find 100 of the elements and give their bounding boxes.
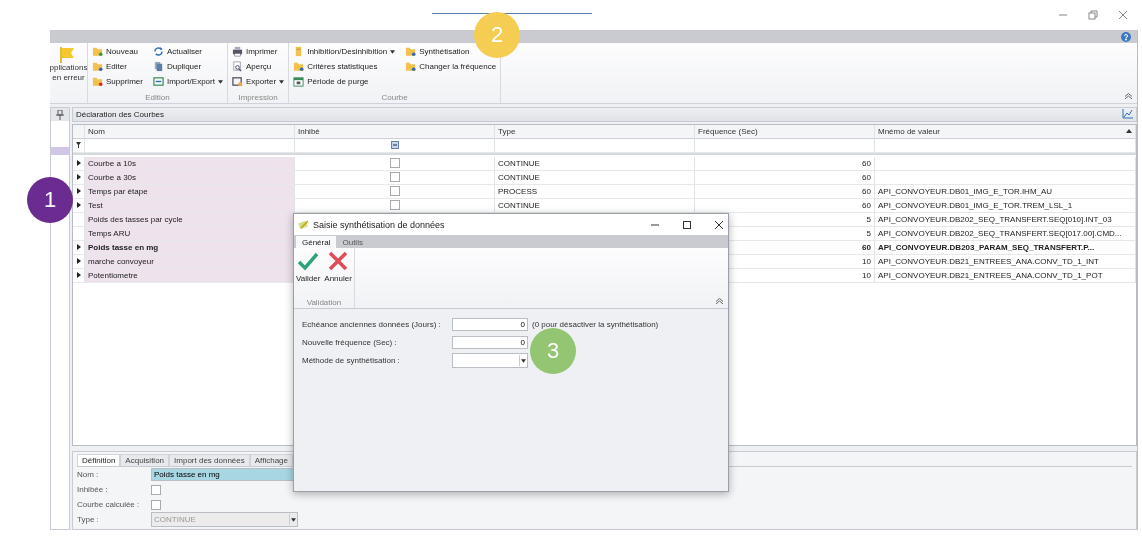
- field-label: Courbe calculée :: [77, 500, 141, 509]
- ribbon-button[interactable]: Imprimer: [231, 45, 278, 58]
- expand-icon[interactable]: [76, 188, 81, 195]
- ribbon-button[interactable]: Critères statistiques: [293, 60, 378, 73]
- ribbon-button[interactable]: Valider: [296, 250, 321, 297]
- folder-icon: [293, 61, 305, 72]
- filter-field[interactable]: [495, 138, 695, 153]
- expand-icon[interactable]: [76, 244, 81, 251]
- table-cell: CONTINUE: [498, 158, 540, 168]
- collapse-icon[interactable]: [1124, 93, 1133, 100]
- table-cell: API_CONVOYEUR.DB21_ENTREES_ANA.CONV_TD_1_POT: [875, 268, 1136, 283]
- caret-icon: [390, 49, 396, 54]
- checkbox[interactable]: [151, 499, 161, 510]
- column-header[interactable]: Type: [495, 124, 695, 139]
- table-cell: 60: [862, 172, 871, 182]
- ribbon-button[interactable]: Import/Export: [152, 75, 223, 88]
- ribbon-button[interactable]: Inhibition/Desinhibition: [293, 45, 396, 58]
- ribbon-button[interactable]: Synthétisation: [405, 45, 470, 58]
- folder-icon: [92, 46, 103, 57]
- filter-field[interactable]: [875, 138, 1136, 153]
- field-label: Echéance anciennes données (Jours) :: [302, 320, 442, 329]
- tab[interactable]: Acquisition: [120, 454, 170, 466]
- column-header[interactable]: Inhibé: [295, 124, 495, 139]
- group-label: Impression: [237, 92, 279, 103]
- close-icon[interactable]: [714, 219, 724, 230]
- filter-checkbox-icon[interactable]: [390, 141, 399, 150]
- ribbon-button[interactable]: Période de purge: [293, 75, 369, 88]
- filter-icon: [76, 142, 81, 149]
- table-cell: 60: [862, 242, 871, 252]
- pin-icon[interactable]: [56, 109, 64, 120]
- table-cell: 10: [862, 270, 871, 280]
- table-cell: 5: [866, 214, 871, 224]
- table-cell: Courbe a 10s: [85, 156, 295, 171]
- checkbox[interactable]: [389, 186, 400, 197]
- maximize-icon[interactable]: [682, 219, 692, 230]
- group-label: Courbe: [380, 92, 409, 103]
- filter-field[interactable]: [695, 138, 875, 153]
- number-badge: 2: [474, 12, 520, 58]
- expand-icon[interactable]: [76, 272, 81, 279]
- pencil-icon: [298, 219, 309, 230]
- checkbox[interactable]: [389, 172, 400, 183]
- expand-icon[interactable]: [76, 258, 81, 265]
- calendar-icon: [293, 76, 305, 87]
- ribbon-button[interactable]: Dupliquer: [152, 60, 202, 73]
- applications-in-error-button[interactable]: pplications en erreur: [50, 43, 88, 103]
- dialog-title: Saisie synthétisation de données: [313, 219, 445, 230]
- column-header[interactable]: Fréquence (Sec): [695, 124, 875, 139]
- help-icon[interactable]: [1121, 31, 1131, 42]
- checkbox[interactable]: [389, 200, 400, 211]
- column-header[interactable]: Nom: [85, 124, 295, 139]
- filter-field[interactable]: [85, 138, 295, 153]
- checkbox[interactable]: [389, 158, 400, 169]
- ribbon-button[interactable]: Editer: [92, 60, 127, 73]
- ribbon-button[interactable]: Annuler: [324, 250, 352, 297]
- table-cell: API_CONVOYEUR.DB21_ENTREES_ANA.CONV_TD_1_INT: [875, 254, 1136, 269]
- ribbon-button[interactable]: Actualiser: [152, 45, 203, 58]
- tab[interactable]: Outils: [336, 236, 369, 248]
- table-cell: API_CONVOYEUR.DB202_SEQ_TRANSFERT.SEQ[010].INT_03: [875, 212, 1136, 227]
- field-hint: (0 pour désactiver la synthétisation): [532, 320, 659, 329]
- chart-icon[interactable]: [1122, 109, 1133, 120]
- field-label: Type :: [77, 515, 100, 524]
- folder-icon: [405, 61, 417, 72]
- field-label: Inhibée :: [77, 485, 109, 494]
- table-cell: 60: [862, 200, 871, 210]
- tab[interactable]: Général: [296, 236, 337, 248]
- ribbon-button[interactable]: Aperçu: [231, 60, 272, 73]
- checkbox[interactable]: [151, 484, 161, 495]
- expand-icon[interactable]: [76, 160, 81, 167]
- restore-icon[interactable]: [1086, 8, 1100, 22]
- sort-icon: [1126, 129, 1132, 134]
- folder-icon: [92, 76, 103, 87]
- tab[interactable]: Affichage: [249, 454, 293, 466]
- column-header[interactable]: Mnémo de valeur: [875, 124, 1136, 139]
- field-label: Méthode de synthétisation :: [302, 356, 401, 365]
- number-badge: 1: [27, 177, 73, 223]
- ribbon-button[interactable]: Supprimer: [92, 75, 143, 88]
- ribbon-button[interactable]: Changer la fréquence: [405, 60, 497, 73]
- ribbon-button[interactable]: Exporter: [231, 75, 285, 88]
- expand-icon[interactable]: [76, 202, 81, 209]
- refresh-icon: [152, 46, 164, 57]
- folder-icon: [92, 61, 103, 72]
- number-field[interactable]: 0: [452, 318, 528, 331]
- ribbon-button[interactable]: Nouveau: [92, 45, 139, 58]
- table-cell: 60: [862, 186, 871, 196]
- method-dropdown[interactable]: [452, 353, 528, 368]
- tab[interactable]: Import des données: [169, 454, 250, 466]
- number-field[interactable]: 0: [452, 336, 528, 349]
- table-cell: API_CONVOYEUR.DB203_PARAM_SEQ_TRANSFERT.P...: [875, 240, 1136, 255]
- expand-icon[interactable]: [76, 174, 81, 181]
- copy-icon: [152, 61, 164, 72]
- preview-icon: [231, 61, 243, 72]
- collapse-icon[interactable]: [715, 298, 724, 305]
- caret-icon: [217, 79, 223, 84]
- caret-icon: [279, 79, 285, 84]
- group-label: Edition: [144, 92, 171, 103]
- cross-icon: [327, 250, 350, 272]
- import-export-icon: [152, 76, 164, 87]
- tab[interactable]: Définition: [77, 454, 121, 466]
- table-cell: CONTINUE: [498, 172, 540, 182]
- table-cell: API_CONVOYEUR.DB01_IMG_E_TOR.IHM_AU: [875, 184, 1136, 199]
